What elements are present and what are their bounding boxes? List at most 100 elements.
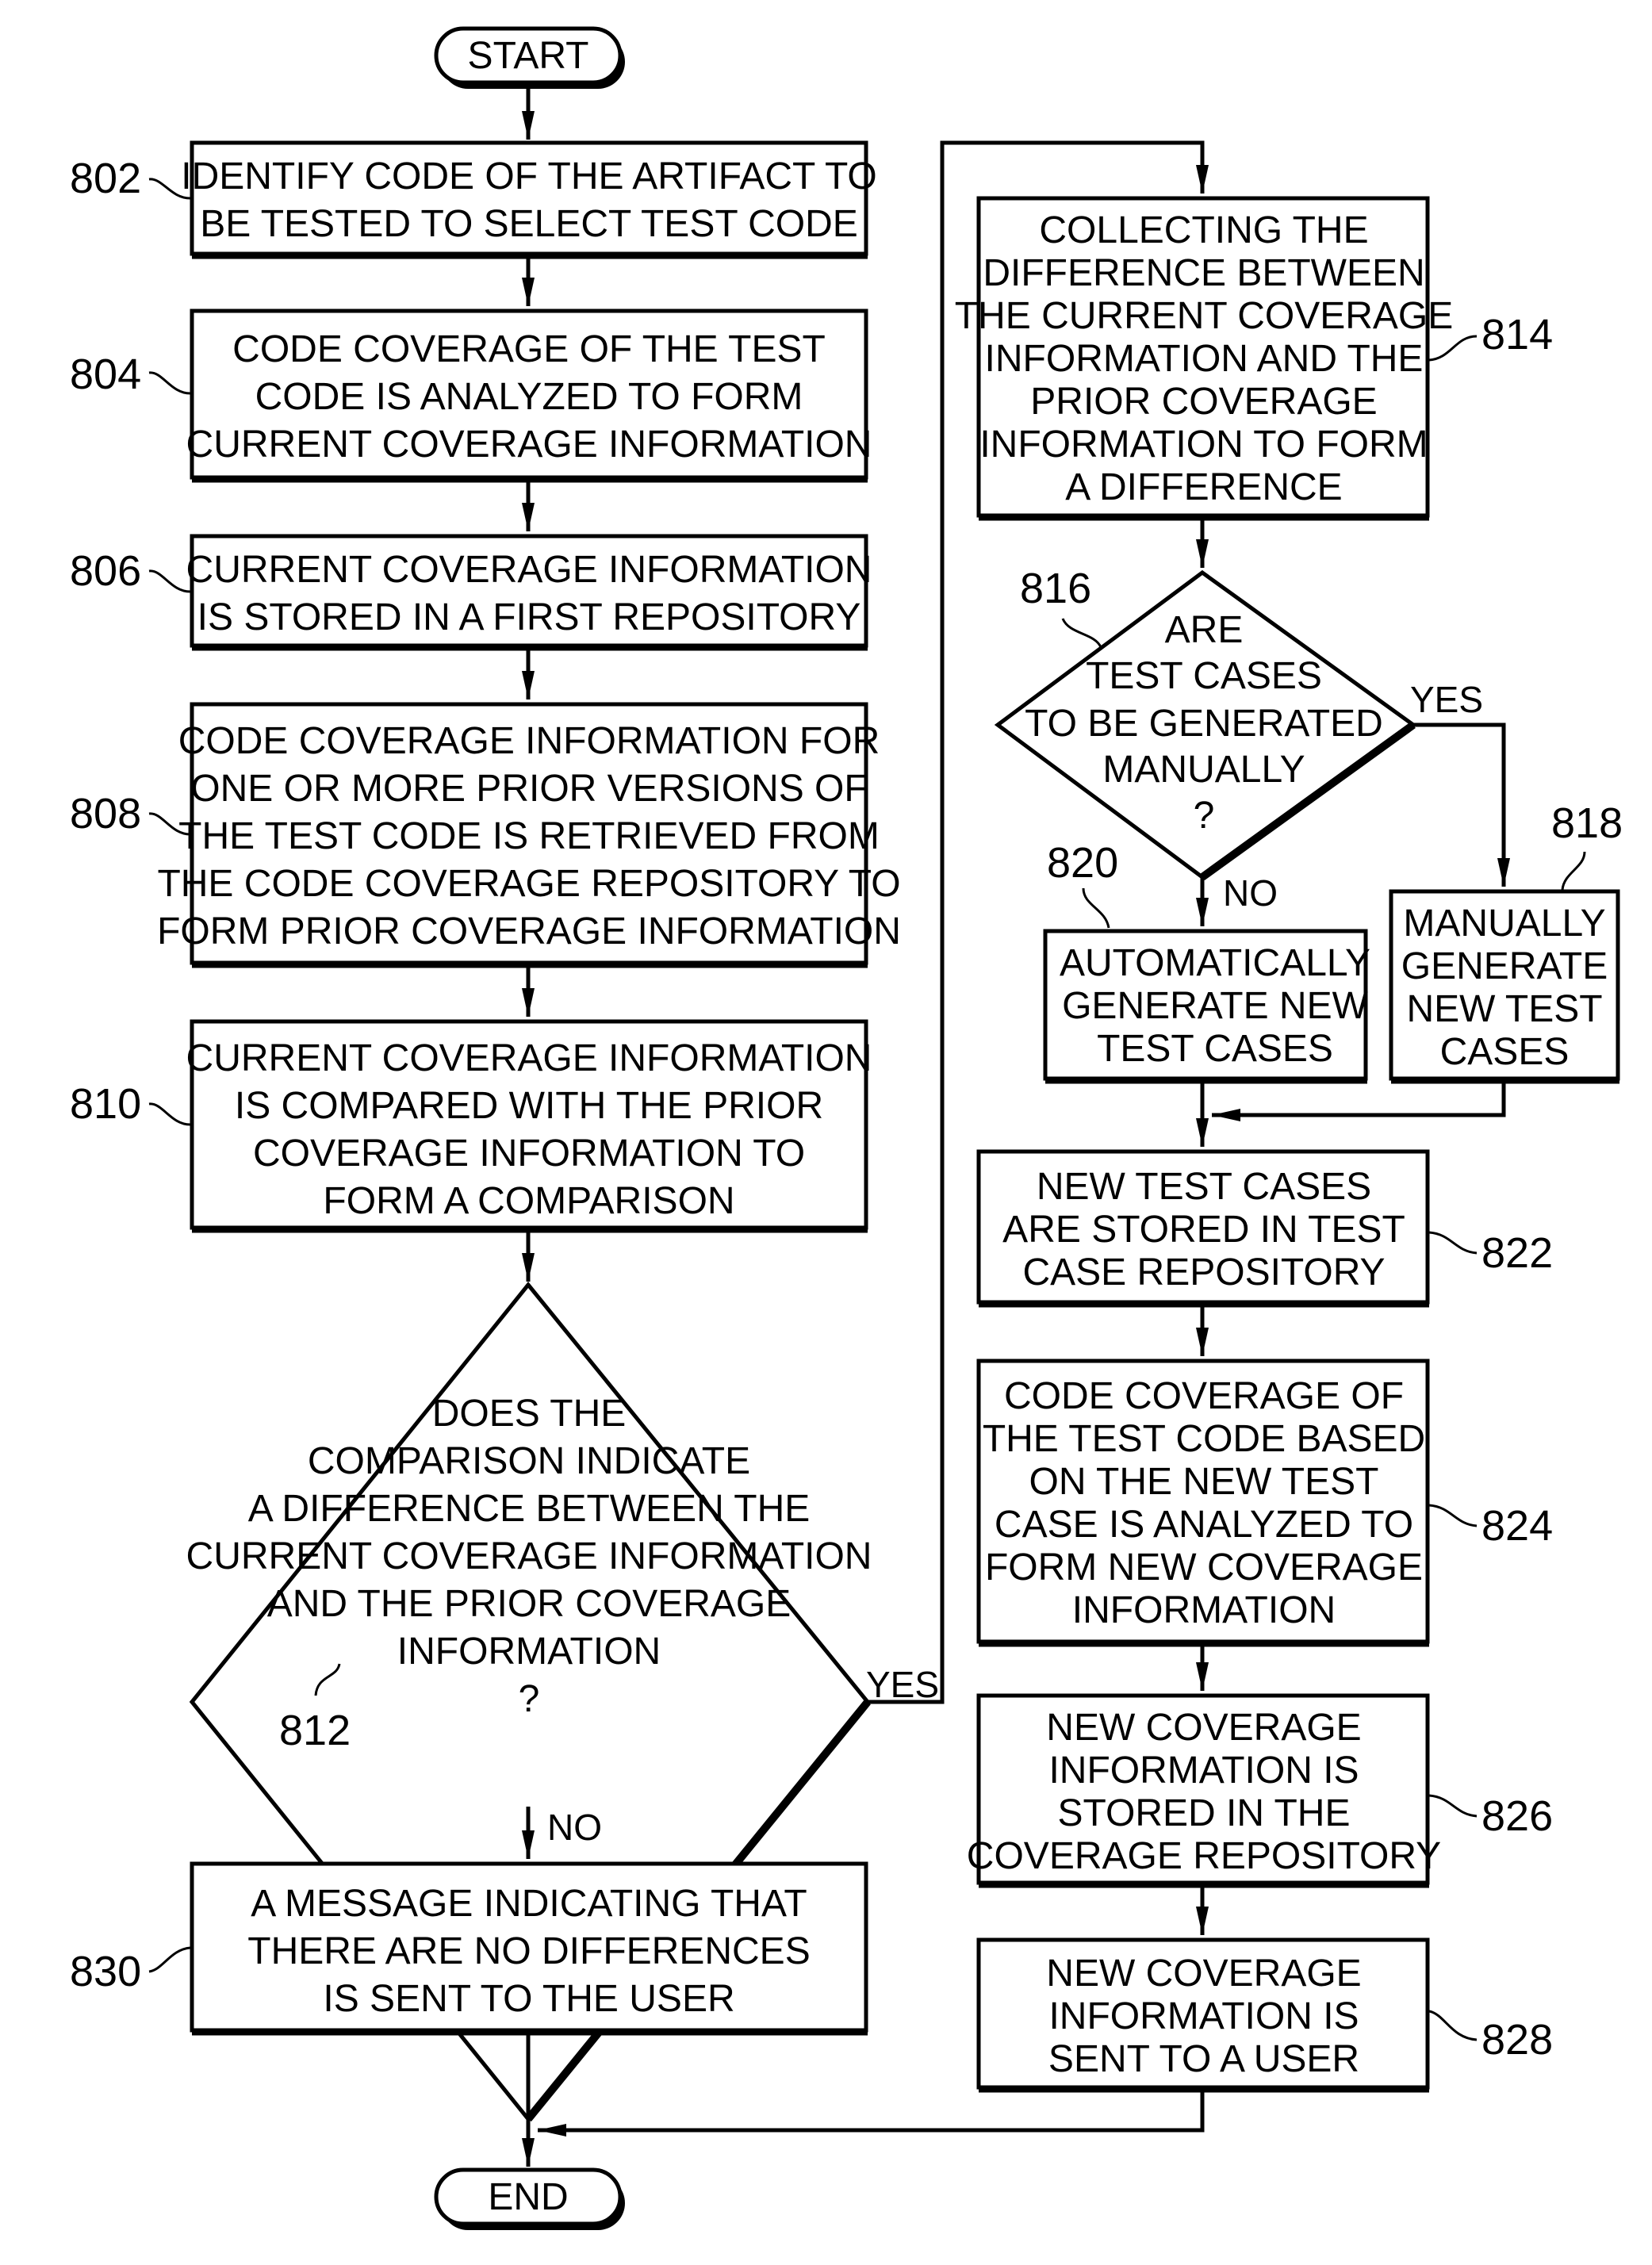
- step-822: NEW TEST CASES ARE STORED IN TEST CASE R…: [976, 1149, 1430, 1308]
- leader-810: [148, 1102, 191, 1126]
- decision-816-line-1: ARE: [1165, 609, 1244, 651]
- ref-830: 830: [70, 1948, 141, 1995]
- flowchart: START IDENTIFY CODE OF THE ARTIFACT TO B…: [70, 26, 1623, 2230]
- step-818-line-2: GENERATE: [1401, 945, 1608, 987]
- step-820-line-3: TEST CASES: [1097, 1028, 1333, 1070]
- leader-816: [1061, 618, 1102, 648]
- step-828-line-2: INFORMATION IS: [1048, 1995, 1359, 2037]
- leader-826: [1428, 1794, 1478, 1818]
- step-830-line-1: A MESSAGE INDICATING THAT: [251, 1883, 807, 1925]
- decision-812-line-6: INFORMATION: [397, 1631, 661, 1673]
- decision-812-yes-label: YES: [866, 1664, 939, 1705]
- step-828-line-1: NEW COVERAGE: [1046, 1953, 1361, 1995]
- step-826-line-1: NEW COVERAGE: [1046, 1707, 1361, 1749]
- step-830: A MESSAGE INDICATING THAT THERE ARE NO D…: [190, 1861, 868, 2036]
- decision-816-no-label: NO: [1223, 872, 1278, 914]
- step-806-line-1: CURRENT COVERAGE INFORMATION: [186, 549, 872, 591]
- ref-812: 812: [279, 1707, 351, 1754]
- step-814-line-7: A DIFFERENCE: [1065, 466, 1342, 508]
- leader-822: [1428, 1231, 1478, 1255]
- decision-816-line-2: TEST CASES: [1086, 655, 1322, 697]
- step-810-line-3: COVERAGE INFORMATION TO: [253, 1132, 805, 1175]
- step-830-line-3: IS SENT TO THE USER: [323, 1978, 734, 2020]
- step-804-line-2: CODE IS ANALYZED TO FORM: [255, 376, 803, 418]
- leader-818: [1561, 851, 1586, 891]
- step-802-line-1: IDENTIFY CODE OF THE ARTIFACT TO: [181, 155, 877, 197]
- step-820: AUTOMATICALLY GENERATE NEW TEST CASES: [1043, 929, 1370, 1084]
- arrow-828-end: [538, 2091, 1205, 2137]
- decision-812-line-4: CURRENT COVERAGE INFORMATION: [186, 1535, 872, 1577]
- arrow-816-yes-818: [1413, 722, 1510, 887]
- step-824-line-1: CODE COVERAGE OF: [1004, 1375, 1404, 1417]
- end-label: END: [488, 2176, 568, 2218]
- ref-806: 806: [70, 547, 141, 595]
- step-808-line-2: ONE OR MORE PRIOR VERSIONS OF: [190, 768, 867, 810]
- step-818-line-4: CASES: [1440, 1031, 1570, 1073]
- step-828: NEW COVERAGE INFORMATION IS SENT TO A US…: [976, 1937, 1430, 2093]
- end-terminal: END: [434, 2167, 625, 2230]
- leader-824: [1428, 1504, 1478, 1527]
- leader-828: [1428, 2010, 1478, 2041]
- decision-816-line-5: ?: [1194, 795, 1215, 837]
- step-806-line-2: IS STORED IN A FIRST REPOSITORY: [197, 596, 861, 638]
- step-814-line-1: COLLECTING THE: [1039, 209, 1368, 251]
- step-818: MANUALLY GENERATE NEW TEST CASES: [1389, 889, 1620, 1084]
- ref-822: 822: [1481, 1229, 1553, 1277]
- ref-818: 818: [1551, 799, 1623, 847]
- step-814-line-3: THE CURRENT COVERAGE: [955, 295, 1454, 337]
- ref-824: 824: [1481, 1502, 1553, 1550]
- decision-812-no-label: NO: [547, 1807, 602, 1848]
- decision-812-line-5: AND THE PRIOR COVERAGE: [267, 1583, 792, 1625]
- decision-812-line-3: A DIFFERENCE BETWEEN THE: [248, 1488, 811, 1530]
- step-814-line-2: DIFFERENCE BETWEEN: [983, 252, 1424, 294]
- step-814-line-4: INFORMATION AND THE: [985, 338, 1424, 380]
- step-818-line-3: NEW TEST: [1406, 988, 1602, 1030]
- step-822-line-1: NEW TEST CASES: [1037, 1166, 1371, 1208]
- start-label: START: [468, 35, 589, 77]
- step-804-line-1: CODE COVERAGE OF THE TEST: [232, 328, 826, 370]
- step-814-line-6: INFORMATION TO FORM: [979, 423, 1428, 466]
- step-820-line-1: AUTOMATICALLY: [1060, 942, 1370, 984]
- step-826-line-4: COVERAGE REPOSITORY: [967, 1835, 1441, 1877]
- step-804-line-3: CURRENT COVERAGE INFORMATION: [186, 423, 872, 466]
- step-808-line-4: THE CODE COVERAGE REPOSITORY TO: [157, 863, 900, 905]
- leader-820: [1082, 887, 1110, 929]
- step-808: CODE COVERAGE INFORMATION FOR ONE OR MOR…: [157, 702, 901, 968]
- ref-820: 820: [1047, 839, 1118, 887]
- leader-830: [148, 1946, 191, 1973]
- step-810-line-4: FORM A COMPARISON: [323, 1180, 734, 1222]
- step-824-line-6: INFORMATION: [1072, 1589, 1336, 1631]
- ref-804: 804: [70, 351, 141, 398]
- ref-814: 814: [1481, 311, 1553, 358]
- leader-804: [148, 371, 191, 395]
- step-822-line-3: CASE REPOSITORY: [1022, 1251, 1385, 1293]
- step-802-line-2: BE TESTED TO SELECT TEST CODE: [200, 203, 858, 245]
- step-810: CURRENT COVERAGE INFORMATION IS COMPARED…: [186, 1019, 872, 1233]
- step-824-line-4: CASE IS ANALYZED TO: [995, 1504, 1413, 1546]
- step-818-line-1: MANUALLY: [1403, 903, 1605, 945]
- decision-816-yes-label: YES: [1410, 679, 1483, 720]
- step-826-line-2: INFORMATION IS: [1048, 1750, 1359, 1792]
- step-828-line-3: SENT TO A USER: [1048, 2038, 1359, 2080]
- step-826-line-3: STORED IN THE: [1058, 1792, 1351, 1834]
- leader-814: [1428, 335, 1478, 362]
- step-808-line-3: THE TEST CODE IS RETRIEVED FROM: [178, 815, 880, 857]
- step-810-line-2: IS COMPARED WITH THE PRIOR: [235, 1085, 823, 1127]
- step-808-line-1: CODE COVERAGE INFORMATION FOR: [178, 720, 880, 762]
- step-824-line-5: FORM NEW COVERAGE: [985, 1546, 1423, 1589]
- step-814-line-5: PRIOR COVERAGE: [1030, 381, 1377, 423]
- step-824-line-3: ON THE NEW TEST: [1029, 1461, 1379, 1503]
- step-824-line-2: THE TEST CODE BASED: [983, 1418, 1425, 1460]
- leader-806: [148, 569, 191, 593]
- step-820-line-2: GENERATE NEW: [1062, 985, 1369, 1027]
- decision-816-line-3: TO BE GENERATED: [1025, 703, 1383, 745]
- step-822-line-2: ARE STORED IN TEST: [1002, 1209, 1405, 1251]
- step-826: NEW COVERAGE INFORMATION IS STORED IN TH…: [967, 1693, 1441, 1888]
- step-808-line-5: FORM PRIOR COVERAGE INFORMATION: [157, 910, 901, 952]
- ref-816: 816: [1020, 565, 1091, 612]
- ref-802: 802: [70, 155, 141, 202]
- decision-816-line-4: MANUALLY: [1102, 749, 1305, 791]
- decision-812-line-2: COMPARISON INDICATE: [308, 1440, 750, 1482]
- start-terminal: START: [434, 26, 625, 89]
- ref-826: 826: [1481, 1792, 1553, 1840]
